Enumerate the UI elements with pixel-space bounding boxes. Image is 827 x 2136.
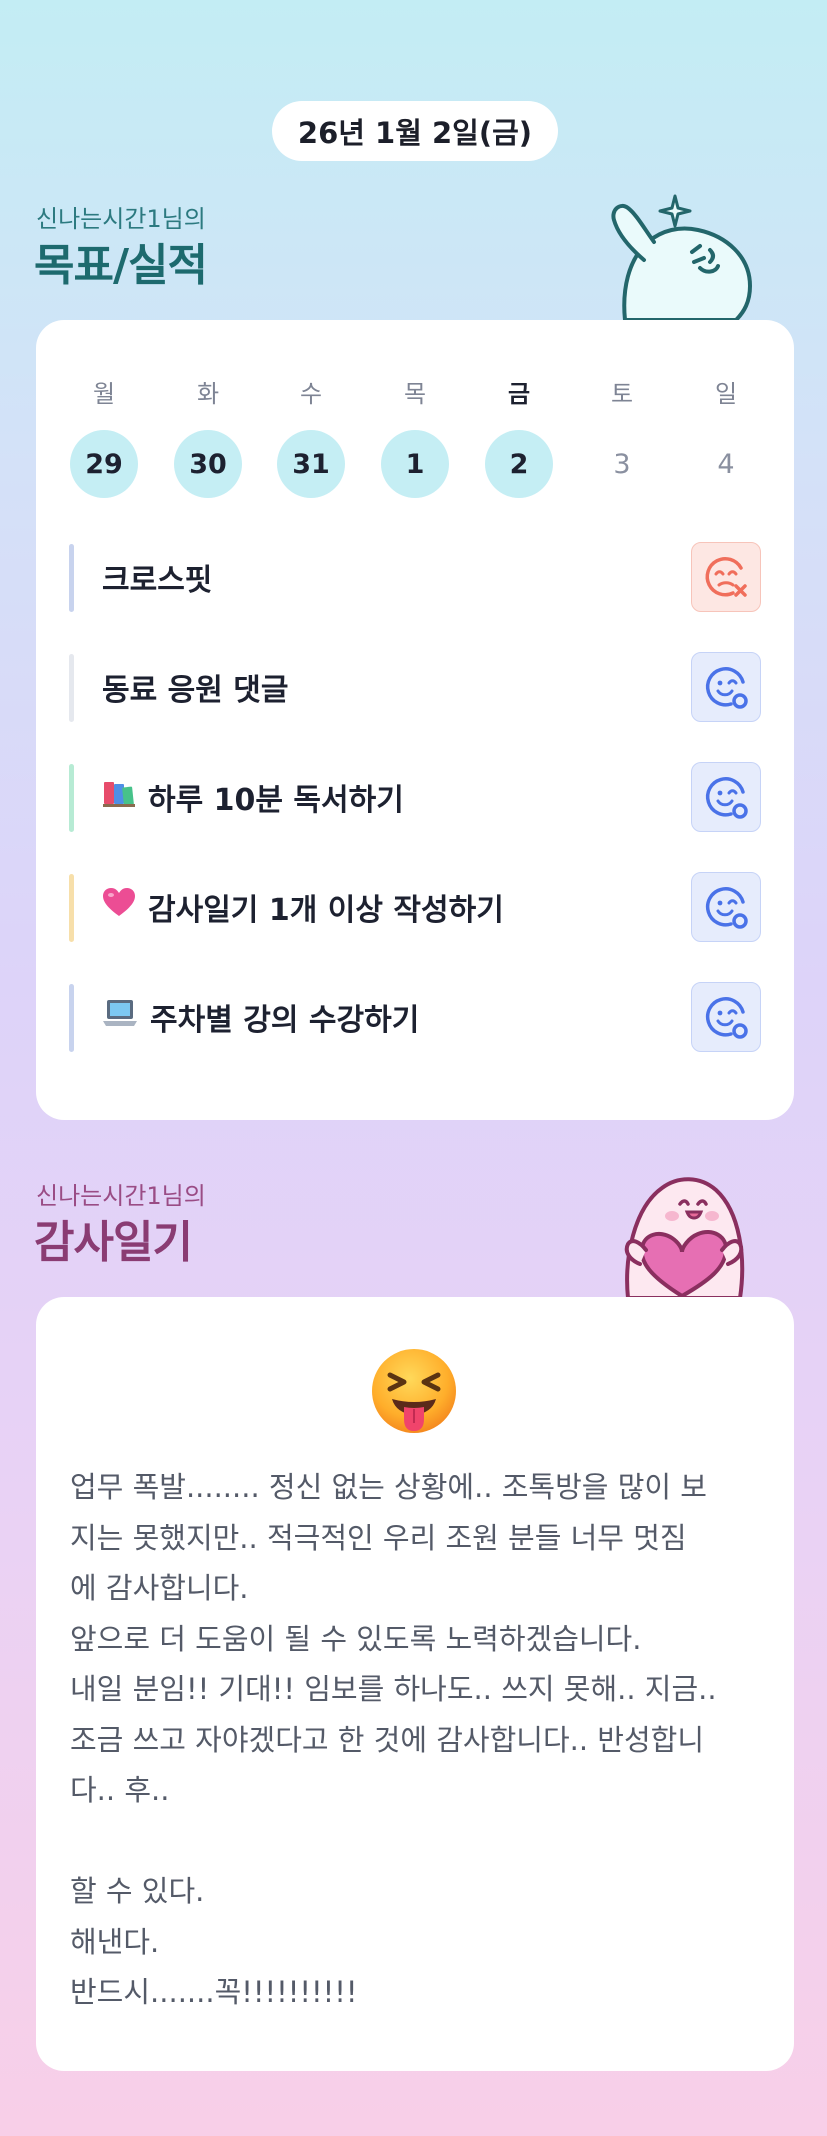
goal-label-row: 감사일기 1개 이상 작성하기 — [102, 872, 504, 942]
day-cell-today[interactable]: 2 — [485, 430, 553, 498]
goal-label: 동료 응원 댓글 — [102, 673, 289, 708]
goals-section-title: 목표/실적 — [34, 240, 208, 291]
goal-label: 주차별 강의 수강하기 — [150, 1003, 420, 1038]
goal-color-bar — [69, 984, 74, 1052]
diary-text: 업무 폭발........ 정신 없는 상황에.. 조톡방을 많이 보 지는 못… — [70, 1470, 717, 2009]
date-pill[interactable]: 26년 1월 2일(금) — [272, 101, 558, 161]
day-cell[interactable]: 1 — [381, 430, 449, 498]
goal-color-bar — [69, 764, 74, 832]
goal-status-ok-button[interactable] — [691, 872, 761, 942]
goal-label: 감사일기 1개 이상 작성하기 — [148, 893, 504, 928]
smile-face-check-icon — [705, 887, 748, 929]
goal-label-row: 주차별 강의 수강하기 — [102, 982, 419, 1052]
books-emoji-icon — [102, 778, 136, 816]
goal-label: 크로스핏 — [102, 563, 213, 598]
weekday-label: 월 — [92, 380, 116, 408]
goal-color-bar — [69, 874, 74, 942]
goal-status-ok-button[interactable] — [691, 982, 761, 1052]
ghost-mascot-icon — [611, 194, 753, 320]
day-cell[interactable]: 31 — [277, 430, 345, 498]
smile-face-check-icon — [705, 997, 748, 1039]
squinting-tongue-face-emoji-icon — [370, 1347, 458, 1439]
goal-color-bar — [69, 654, 74, 722]
day-cell[interactable]: 30 — [174, 430, 242, 498]
heart-emoji-icon — [102, 888, 136, 926]
weekday-label: 수 — [299, 380, 323, 408]
weekday-label: 화 — [196, 380, 220, 408]
diary-card: 업무 폭발........ 정신 없는 상황에.. 조톡방을 많이 보 지는 못… — [36, 1297, 794, 2071]
weekday-label: 토 — [610, 380, 634, 408]
day-cell[interactable]: 3 — [588, 430, 656, 498]
smile-face-check-icon — [705, 667, 748, 709]
goal-item[interactable]: 하루 10분 독서하기 — [69, 762, 761, 832]
goal-label-row: 하루 10분 독서하기 — [102, 762, 404, 832]
smile-face-check-icon — [705, 777, 748, 819]
ghost-heart-mascot-icon — [624, 1177, 745, 1298]
weekday-label: 일 — [714, 380, 738, 408]
goal-item[interactable]: 크로스핏 — [69, 542, 761, 612]
goal-status-ok-button[interactable] — [691, 762, 761, 832]
sad-face-x-icon — [705, 557, 747, 597]
goal-label: 하루 10분 독서하기 — [148, 783, 404, 818]
goal-status-fail-button[interactable] — [691, 542, 761, 612]
goal-item[interactable]: 동료 응원 댓글 — [69, 652, 761, 722]
goals-card: 월 화 수 목 금 토 일 29 30 31 1 2 3 4 크로스핏 동료 응… — [36, 320, 794, 1120]
day-cell[interactable]: 4 — [692, 430, 760, 498]
goal-color-bar — [69, 544, 74, 612]
laptop-emoji-icon — [102, 998, 138, 1036]
goal-status-ok-button[interactable] — [691, 652, 761, 722]
weekday-label-today: 금 — [507, 380, 531, 408]
day-cell[interactable]: 29 — [70, 430, 138, 498]
weekday-label: 목 — [403, 380, 427, 408]
goal-item[interactable]: 감사일기 1개 이상 작성하기 — [69, 872, 761, 942]
diary-section-title: 감사일기 — [34, 1217, 193, 1268]
goal-item[interactable]: 주차별 강의 수강하기 — [69, 982, 761, 1052]
